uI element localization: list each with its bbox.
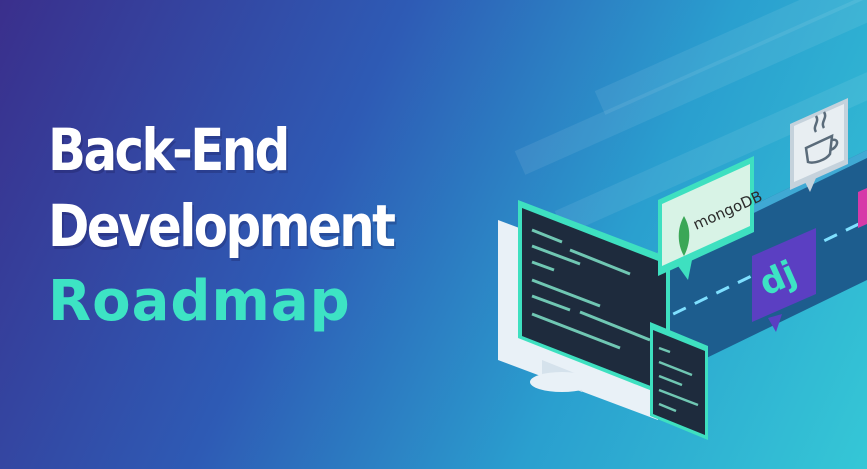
- partial-badge-icon: [858, 188, 867, 228]
- roadmap-illustration-svg: mongoDB dj: [498, 98, 867, 440]
- monitor-icon: [498, 200, 670, 420]
- roadmap-illustration: mongoDB dj: [470, 80, 867, 469]
- hero-banner: Back-End Development Roadmap mongoDB dj: [0, 0, 867, 469]
- headline: Back-End Development Roadmap: [48, 112, 488, 334]
- headline-line-development: Development: [48, 192, 396, 260]
- headline-line-back-end: Back-End: [48, 116, 290, 184]
- headline-line-roadmap: Roadmap: [48, 269, 351, 334]
